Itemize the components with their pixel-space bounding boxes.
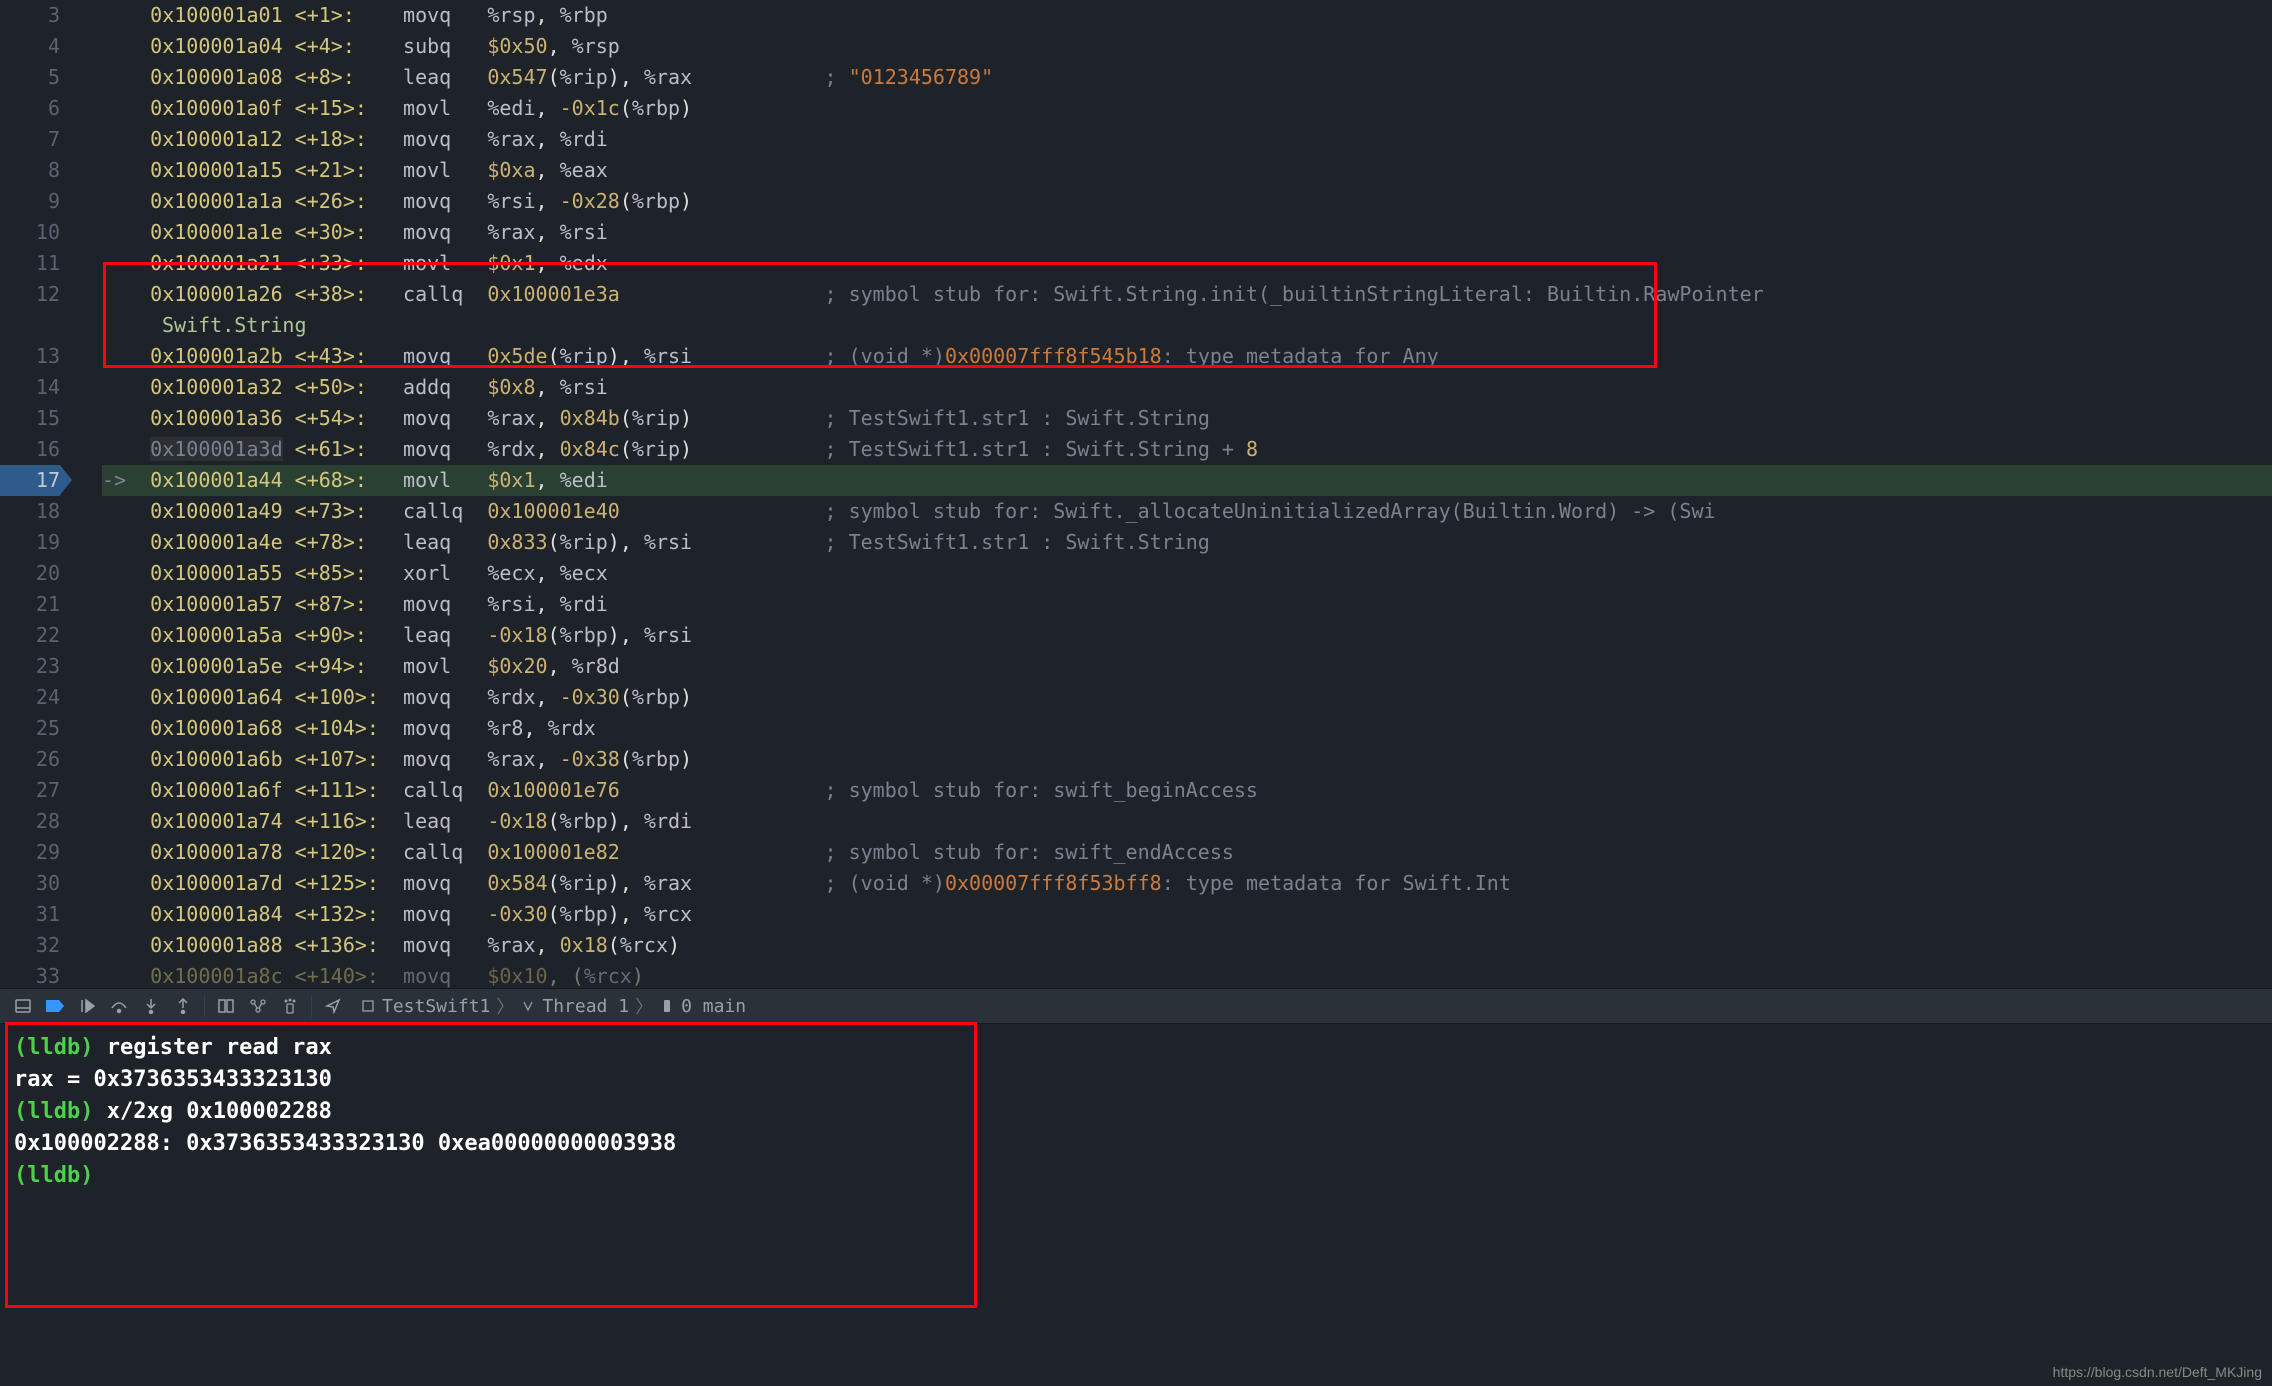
line-number[interactable]: 24 [0,682,60,713]
asm-line[interactable]: 0x100001a49 <+73>: callq 0x100001e40 ; s… [102,496,2272,527]
line-number[interactable]: 31 [0,899,60,930]
asm-line[interactable]: 0x100001a84 <+132>: movq -0x30(%rbp), %r… [102,899,2272,930]
console-command: x/2xg 0x100002288 [107,1099,332,1124]
hide-debug-area-icon[interactable] [8,991,38,1021]
asm-line[interactable]: 0x100001a36 <+54>: movq %rax, 0x84b(%rip… [102,403,2272,434]
asm-line[interactable]: 0x100001a04 <+4>: subq $0x50, %rsp [102,31,2272,62]
line-number[interactable]: 21 [0,589,60,620]
line-number[interactable]: 3 [0,0,60,31]
line-number[interactable]: 17 [0,465,60,496]
line-number[interactable]: 22 [0,620,60,651]
memory-graph-icon[interactable] [243,991,273,1021]
line-number[interactable]: 26 [0,744,60,775]
watermark: https://blog.csdn.net/Deft_MKJing [2053,1364,2262,1380]
asm-line[interactable]: 0x100001a55 <+85>: xorl %ecx, %ecx [102,558,2272,589]
asm-line[interactable]: 0x100001a78 <+120>: callq 0x100001e82 ; … [102,837,2272,868]
step-over-icon[interactable] [104,991,134,1021]
line-number[interactable]: 27 [0,775,60,806]
step-into-icon[interactable] [136,991,166,1021]
asm-line[interactable]: 0x100001a4e <+78>: leaq 0x833(%rip), %rs… [102,527,2272,558]
asm-line[interactable]: 0x100001a6b <+107>: movq %rax, -0x38(%rb… [102,744,2272,775]
asm-line[interactable]: 0x100001a2b <+43>: movq 0x5de(%rip), %rs… [102,341,2272,372]
line-number [0,310,60,341]
debug-view-icon[interactable] [211,991,241,1021]
asm-line[interactable]: 0x100001a32 <+50>: addq $0x8, %rsi [102,372,2272,403]
console-command: register read rax [107,1035,332,1060]
asm-line[interactable]: 0x100001a12 <+18>: movq %rax, %rdi [102,124,2272,155]
asm-line[interactable]: 0x100001a26 <+38>: callq 0x100001e3a ; s… [102,279,2272,310]
asm-line[interactable]: 0x100001a3d <+61>: movq %rdx, 0x84c(%rip… [102,434,2272,465]
step-out-icon[interactable] [168,991,198,1021]
line-number[interactable]: 23 [0,651,60,682]
continue-icon[interactable] [72,991,102,1021]
line-number[interactable]: 25 [0,713,60,744]
line-number[interactable]: 5 [0,62,60,93]
asm-line[interactable]: 0x100001a7d <+125>: movq 0x584(%rip), %r… [102,868,2272,899]
line-number[interactable]: 15 [0,403,60,434]
line-number[interactable]: 12 [0,279,60,310]
asm-line[interactable]: 0x100001a1e <+30>: movq %rax, %rsi [102,217,2272,248]
asm-line[interactable]: 0x100001a21 <+33>: movl $0x1, %edx [102,248,2272,279]
line-number[interactable]: 13 [0,341,60,372]
asm-line[interactable]: -> 0x100001a44 <+68>: movl $0x1, %edi [102,465,2272,496]
line-number[interactable]: 11 [0,248,60,279]
line-number[interactable]: 16 [0,434,60,465]
line-number[interactable]: 18 [0,496,60,527]
chevron-icon: 〉 [496,993,514,1019]
asm-line[interactable]: Swift.String [102,310,2272,341]
location-icon[interactable] [318,991,348,1021]
asm-line[interactable]: 0x100001a57 <+87>: movq %rsi, %rdi [102,589,2272,620]
line-number[interactable]: 32 [0,930,60,961]
asm-line[interactable]: 0x100001a88 <+136>: movq %rax, 0x18(%rcx… [102,930,2272,961]
chevron-icon: 〉 [635,993,653,1019]
asm-line[interactable]: 0x100001a64 <+100>: movq %rdx, -0x30(%rb… [102,682,2272,713]
asm-line[interactable]: 0x100001a1a <+26>: movq %rsi, -0x28(%rbp… [102,186,2272,217]
lldb-prompt: (lldb) [14,1163,93,1188]
line-number[interactable]: 7 [0,124,60,155]
console-output: 0x100002288: 0x3736353433323130 0xea0000… [14,1131,676,1156]
asm-line[interactable]: 0x100001a08 <+8>: leaq 0x547(%rip), %rax… [102,62,2272,93]
line-number[interactable]: 9 [0,186,60,217]
line-number[interactable]: 19 [0,527,60,558]
line-number-gutter: 3456789101112131415161718192021222324252… [0,0,78,988]
line-number[interactable]: 30 [0,868,60,899]
line-number[interactable]: 4 [0,31,60,62]
line-number[interactable]: 14 [0,372,60,403]
breadcrumb-frame[interactable]: 0 main [681,996,746,1017]
lldb-console[interactable]: (lldb) register read rax rax = 0x3736353… [0,1024,2272,1199]
code-area[interactable]: 0x100001a01 <+1>: movq %rsp, %rbp 0x1000… [78,0,2272,988]
line-number[interactable]: 10 [0,217,60,248]
asm-line[interactable]: 0x100001a5a <+90>: leaq -0x18(%rbp), %rs… [102,620,2272,651]
breakpoint-toggle-icon[interactable] [40,991,70,1021]
disassembly-editor: 3456789101112131415161718192021222324252… [0,0,2272,988]
asm-line[interactable]: 0x100001a68 <+104>: movq %r8, %rdx [102,713,2272,744]
asm-line[interactable]: 0x100001a74 <+116>: leaq -0x18(%rbp), %r… [102,806,2272,837]
asm-line[interactable]: 0x100001a0f <+15>: movl %edi, -0x1c(%rbp… [102,93,2272,124]
debug-toolbar: TestSwift1 〉 Thread 1 〉 0 main [0,988,2272,1024]
debug-breadcrumb[interactable]: TestSwift1 〉 Thread 1 〉 0 main [360,993,746,1019]
asm-line[interactable]: 0x100001a6f <+111>: callq 0x100001e76 ; … [102,775,2272,806]
thread-icon [520,998,536,1014]
console-output: rax = 0x3736353433323130 [14,1067,332,1092]
app-icon [360,998,376,1014]
line-number[interactable]: 29 [0,837,60,868]
breadcrumb-app[interactable]: TestSwift1 [382,996,490,1017]
breadcrumb-thread[interactable]: Thread 1 [542,996,629,1017]
asm-line[interactable]: 0x100001a01 <+1>: movq %rsp, %rbp [102,0,2272,31]
frame-icon [659,998,675,1014]
spray-icon[interactable] [275,991,305,1021]
line-number[interactable]: 8 [0,155,60,186]
line-number[interactable]: 33 [0,961,60,992]
line-number[interactable]: 20 [0,558,60,589]
asm-line[interactable]: 0x100001a15 <+21>: movl $0xa, %eax [102,155,2272,186]
asm-line[interactable]: 0x100001a5e <+94>: movl $0x20, %r8d [102,651,2272,682]
lldb-prompt: (lldb) [14,1099,93,1124]
line-number[interactable]: 6 [0,93,60,124]
asm-line[interactable]: 0x100001a8c <+140>: movq $0x10, (%rcx) [102,961,2272,988]
lldb-prompt: (lldb) [14,1035,93,1060]
line-number[interactable]: 28 [0,806,60,837]
